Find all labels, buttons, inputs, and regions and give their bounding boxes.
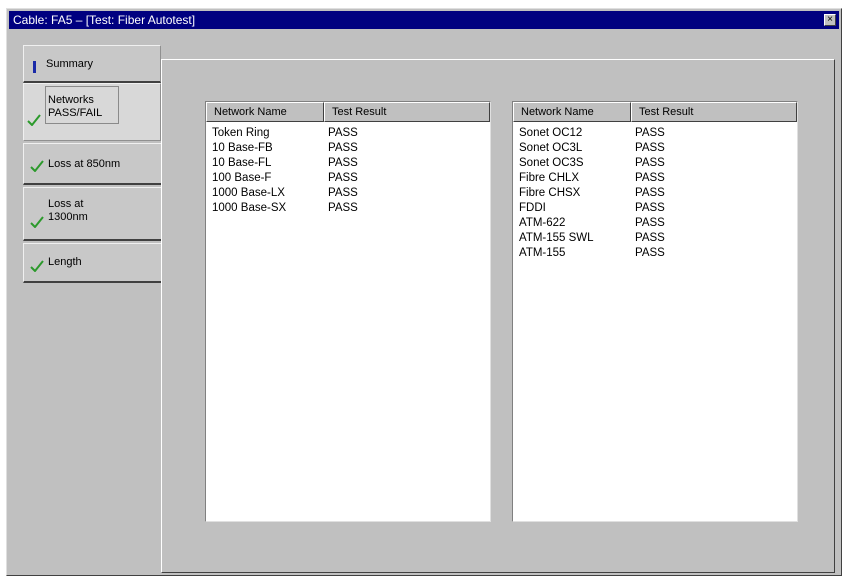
network-name-cell: Fibre CHSX: [519, 187, 581, 199]
column-header-test-result[interactable]: Test Result: [631, 102, 797, 122]
network-name-cell: ATM-155 SWL: [519, 232, 594, 244]
test-result-cell: PASS: [635, 232, 665, 244]
network-list-left[interactable]: Network Name Test Result Token Ring PASS…: [205, 101, 491, 522]
test-result-cell: PASS: [328, 142, 358, 154]
table-row[interactable]: Fibre CHSX PASS: [519, 186, 797, 201]
tab-summary-label: Summary: [46, 58, 94, 70]
table-row[interactable]: ATM-622 PASS: [519, 216, 797, 231]
table-row[interactable]: 1000 Base-LX PASS: [212, 186, 490, 201]
test-result-cell: PASS: [328, 127, 358, 139]
column-header-test-result[interactable]: Test Result: [324, 102, 490, 122]
table-row[interactable]: Token Ring PASS: [212, 126, 490, 141]
network-name-cell: 100 Base-F: [212, 172, 272, 184]
window-title: Cable: FA5 – [Test: Fiber Autotest]: [13, 13, 196, 27]
test-result-cell: PASS: [635, 157, 665, 169]
check-icon: [27, 114, 41, 126]
tab-loss-850nm[interactable]: Loss at 850nm: [23, 143, 161, 185]
table-row[interactable]: ATM-155 PASS: [519, 246, 797, 261]
tab-length[interactable]: Length: [23, 243, 161, 283]
test-result-cell: PASS: [328, 172, 358, 184]
left-rows: Token Ring PASS 10 Base-FB PASS 10 Base-…: [212, 126, 490, 216]
network-name-cell: FDDI: [519, 202, 546, 214]
tab-length-label: Length: [48, 256, 82, 268]
tab-summary[interactable]: Summary: [23, 45, 161, 83]
table-row[interactable]: 1000 Base-SX PASS: [212, 201, 490, 216]
network-name-cell: Sonet OC12: [519, 127, 583, 139]
title-bar[interactable]: Cable: FA5 – [Test: Fiber Autotest] ×: [9, 11, 839, 29]
network-name-cell: ATM-155: [519, 247, 566, 259]
table-row[interactable]: 10 Base-FL PASS: [212, 156, 490, 171]
tab-networks-label: Networks PASS/FAIL: [48, 94, 103, 119]
check-icon: [30, 260, 44, 272]
test-result-cell: PASS: [328, 187, 358, 199]
network-list-right[interactable]: Network Name Test Result Sonet OC12 PASS…: [512, 101, 798, 522]
test-result-cell: PASS: [635, 202, 665, 214]
networks-panel: Network Name Test Result Token Ring PASS…: [161, 59, 835, 573]
tab-loss-1300nm[interactable]: Loss at 1300nm: [23, 187, 161, 241]
network-name-cell: ATM-622: [519, 217, 566, 229]
test-result-cell: PASS: [635, 217, 665, 229]
table-row[interactable]: 100 Base-F PASS: [212, 171, 490, 186]
test-result-cell: PASS: [328, 202, 358, 214]
test-result-cell: PASS: [328, 157, 358, 169]
info-icon: [33, 61, 36, 73]
table-row[interactable]: Sonet OC12 PASS: [519, 126, 797, 141]
right-rows: Sonet OC12 PASS Sonet OC3L PASS Sonet OC…: [519, 126, 797, 261]
test-result-cell: PASS: [635, 172, 665, 184]
network-name-cell: 1000 Base-LX: [212, 187, 285, 199]
check-icon: [30, 160, 44, 172]
test-result-cell: PASS: [635, 187, 665, 199]
network-name-cell: Sonet OC3S: [519, 157, 584, 169]
table-row[interactable]: ATM-155 SWL PASS: [519, 231, 797, 246]
test-result-cell: PASS: [635, 127, 665, 139]
table-row[interactable]: Sonet OC3L PASS: [519, 141, 797, 156]
test-result-cell: PASS: [635, 247, 665, 259]
network-name-cell: Token Ring: [212, 127, 270, 139]
tab-loss-1300nm-label: Loss at 1300nm: [48, 198, 88, 223]
test-result-cell: PASS: [635, 142, 665, 154]
table-row[interactable]: FDDI PASS: [519, 201, 797, 216]
network-name-cell: Fibre CHLX: [519, 172, 580, 184]
tab-loss-850nm-label: Loss at 850nm: [48, 158, 121, 170]
close-button[interactable]: ×: [824, 14, 836, 26]
network-name-cell: 10 Base-FB: [212, 142, 273, 154]
table-row[interactable]: 10 Base-FB PASS: [212, 141, 490, 156]
table-row[interactable]: Sonet OC3S PASS: [519, 156, 797, 171]
column-header-network-name[interactable]: Network Name: [513, 102, 631, 122]
cable-test-window: Cable: FA5 – [Test: Fiber Autotest] × Su…: [6, 8, 842, 576]
network-name-cell: Sonet OC3L: [519, 142, 583, 154]
tab-networks-pass-fail[interactable]: Networks PASS/FAIL: [23, 83, 161, 141]
check-icon: [30, 216, 44, 228]
network-name-cell: 1000 Base-SX: [212, 202, 287, 214]
table-row[interactable]: Fibre CHLX PASS: [519, 171, 797, 186]
column-header-network-name[interactable]: Network Name: [206, 102, 324, 122]
network-name-cell: 10 Base-FL: [212, 157, 272, 169]
